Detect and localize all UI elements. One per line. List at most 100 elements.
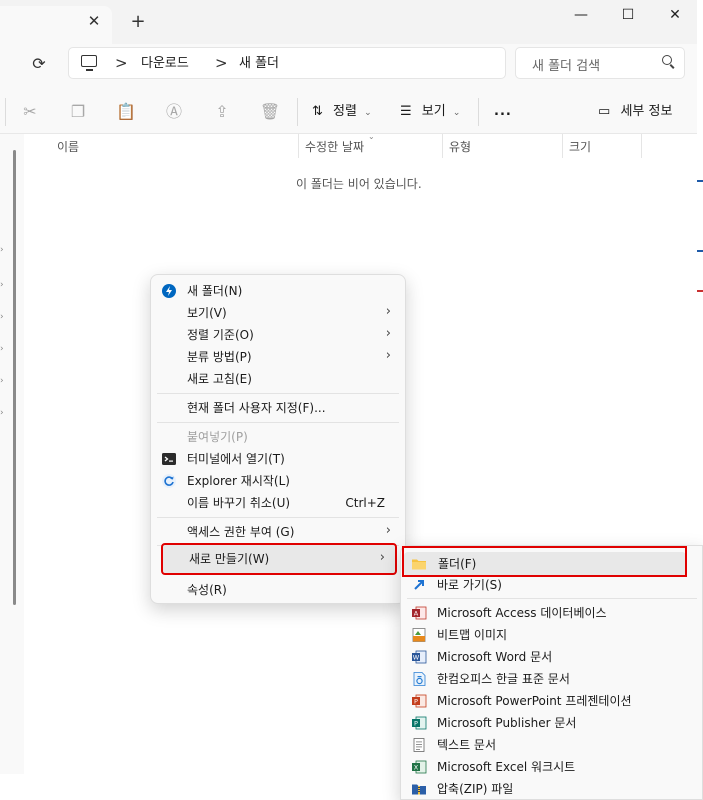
- menu-item-new-folder[interactable]: 새 폴더(N): [151, 280, 405, 302]
- menu-item-properties[interactable]: 속성(R): [151, 579, 405, 601]
- view-label: 보기: [421, 104, 446, 119]
- breadcrumb-new-folder[interactable]: 새 폴더: [239, 55, 279, 72]
- access-icon: A: [412, 606, 427, 620]
- submenu-item-text-document[interactable]: 텍스트 문서: [401, 734, 702, 756]
- sort-button[interactable]: ⇅ 정렬 ⌄: [312, 101, 372, 123]
- background-window-detail: [697, 250, 703, 252]
- chevron-down-icon: ⌄: [364, 108, 372, 118]
- background-window-detail: [697, 180, 703, 182]
- chevron-right-icon: ›: [385, 304, 391, 319]
- terminal-icon: [162, 453, 176, 465]
- column-header-name[interactable]: 이름: [57, 139, 79, 155]
- rename-icon[interactable]: Ⓐ: [163, 101, 185, 123]
- chevron-right-icon[interactable]: ›: [0, 245, 8, 255]
- search-box[interactable]: 새 폴더 검색: [515, 47, 685, 79]
- column-header-size[interactable]: 크기: [569, 139, 591, 155]
- details-pane-button[interactable]: ▭ 세부 정보: [598, 101, 672, 123]
- submenu-item-word-document[interactable]: W Microsoft Word 문서: [401, 646, 702, 668]
- column-header-date-modified[interactable]: 수정한 날짜: [305, 139, 364, 155]
- sort-caret-icon: ⌄: [368, 132, 375, 141]
- breadcrumb-downloads[interactable]: 다운로드: [141, 55, 189, 72]
- menu-item-sort-by[interactable]: 정렬 기준(O) ›: [151, 324, 405, 346]
- new-submenu: 폴더(F) 바로 가기(S) A Microsoft Access 데이터베이스…: [400, 545, 703, 800]
- menu-item-group-by[interactable]: 분류 방법(P) ›: [151, 346, 405, 368]
- new-tab-icon[interactable]: +: [128, 10, 148, 34]
- context-menu: 새 폴더(N) 보기(V) › 정렬 기준(O) › 분류 방법(P) › 새로…: [150, 274, 406, 604]
- navigation-pane: [0, 134, 24, 774]
- column-divider[interactable]: [562, 134, 563, 158]
- menu-separator: [407, 598, 697, 599]
- view-button[interactable]: ☰ 보기 ⌄: [400, 101, 460, 123]
- menu-separator: [157, 422, 399, 423]
- search-icon: [662, 55, 672, 65]
- submenu-item-excel-worksheet[interactable]: X Microsoft Excel 워크시트: [401, 756, 702, 778]
- new-folder-icon: [162, 284, 176, 298]
- hwp-icon: [413, 672, 426, 686]
- column-divider[interactable]: [298, 134, 299, 158]
- menu-item-new[interactable]: 새로 만들기(W) ›: [161, 543, 397, 575]
- details-label: 세부 정보: [620, 104, 673, 119]
- details-pane-icon: ▭: [598, 104, 611, 119]
- submenu-item-zip[interactable]: 압축(ZIP) 파일: [401, 778, 702, 800]
- chevron-right-icon[interactable]: ›: [0, 312, 8, 322]
- column-divider[interactable]: [442, 134, 443, 158]
- toolbar-divider: [297, 98, 298, 126]
- this-pc-icon-stand: [86, 69, 93, 71]
- toolbar-divider: [5, 98, 6, 126]
- menu-item-undo-rename[interactable]: 이름 바꾸기 취소(U) Ctrl+Z: [151, 492, 405, 514]
- annotation-highlight-folder: [402, 546, 687, 577]
- menu-item-open-terminal[interactable]: 터미널에서 열기(T): [151, 448, 405, 470]
- empty-folder-message: 이 폴더는 비어 있습니다.: [296, 177, 422, 191]
- menu-item-refresh[interactable]: 새로 고침(E): [151, 368, 405, 390]
- submenu-item-shortcut[interactable]: 바로 가기(S): [401, 574, 702, 596]
- background-window-detail: [697, 290, 703, 292]
- share-icon[interactable]: ⇪: [211, 101, 233, 123]
- close-window-icon[interactable]: ✕: [652, 0, 698, 30]
- copy-icon[interactable]: ❐: [67, 101, 89, 123]
- text-document-icon: [413, 738, 425, 752]
- menu-item-customize-folder[interactable]: 현재 폴더 사용자 지정(F)...: [151, 397, 405, 419]
- powerpoint-icon: P: [412, 694, 427, 708]
- submenu-item-bitmap[interactable]: 비트맵 이미지: [401, 624, 702, 646]
- breadcrumb-separator-icon: >: [215, 54, 228, 72]
- submenu-item-hwp-document[interactable]: 한컴오피스 한글 표준 문서: [401, 668, 702, 690]
- this-pc-icon: [81, 55, 97, 67]
- submenu-item-access-database[interactable]: A Microsoft Access 데이터베이스: [401, 602, 702, 624]
- menu-item-view[interactable]: 보기(V) ›: [151, 302, 405, 324]
- toolbar-divider: [478, 98, 479, 126]
- submenu-item-publisher[interactable]: P Microsoft Publisher 문서: [401, 712, 702, 734]
- column-divider[interactable]: [641, 134, 642, 158]
- paste-icon[interactable]: 📋: [115, 101, 137, 123]
- maximize-icon[interactable]: ☐: [605, 0, 651, 30]
- breadcrumb-separator-icon: >: [115, 54, 128, 72]
- chevron-right-icon[interactable]: ›: [0, 408, 8, 418]
- delete-icon[interactable]: 🗑: [259, 101, 281, 123]
- column-header-type[interactable]: 유형: [449, 139, 471, 155]
- chevron-right-icon: ›: [379, 550, 385, 565]
- chevron-right-icon[interactable]: ›: [0, 376, 8, 386]
- shortcut-label: Ctrl+Z: [345, 496, 385, 510]
- svg-text:P: P: [414, 698, 418, 706]
- excel-icon: X: [412, 760, 427, 774]
- sort-icon: ⇅: [312, 104, 323, 119]
- chevron-right-icon[interactable]: ›: [0, 344, 8, 354]
- menu-item-give-access[interactable]: 액세스 권한 부여 (G) ›: [151, 521, 405, 543]
- menu-item-paste: 붙여넣기(P): [187, 430, 248, 444]
- word-icon: W: [412, 650, 427, 664]
- more-options-button[interactable]: ...: [494, 101, 512, 123]
- menu-item-restart-explorer[interactable]: Explorer 재시작(L): [151, 470, 405, 492]
- chevron-right-icon[interactable]: ›: [0, 280, 8, 290]
- svg-text:P: P: [414, 720, 418, 728]
- submenu-item-powerpoint[interactable]: P Microsoft PowerPoint 프레젠테이션: [401, 690, 702, 712]
- chevron-down-icon: ⌄: [452, 108, 461, 118]
- close-tab-icon[interactable]: ✕: [84, 10, 104, 32]
- nav-scrollbar[interactable]: [13, 150, 16, 605]
- publisher-icon: P: [412, 716, 427, 730]
- chevron-right-icon: ›: [385, 348, 391, 363]
- search-placeholder: 새 폴더 검색: [532, 59, 601, 74]
- chevron-right-icon: ›: [385, 326, 391, 341]
- refresh-icon[interactable]: ⟳: [28, 53, 50, 75]
- address-bar[interactable]: > 다운로드 > 새 폴더: [68, 47, 506, 79]
- minimize-icon[interactable]: —: [558, 0, 604, 30]
- cut-icon[interactable]: ✂: [19, 101, 41, 123]
